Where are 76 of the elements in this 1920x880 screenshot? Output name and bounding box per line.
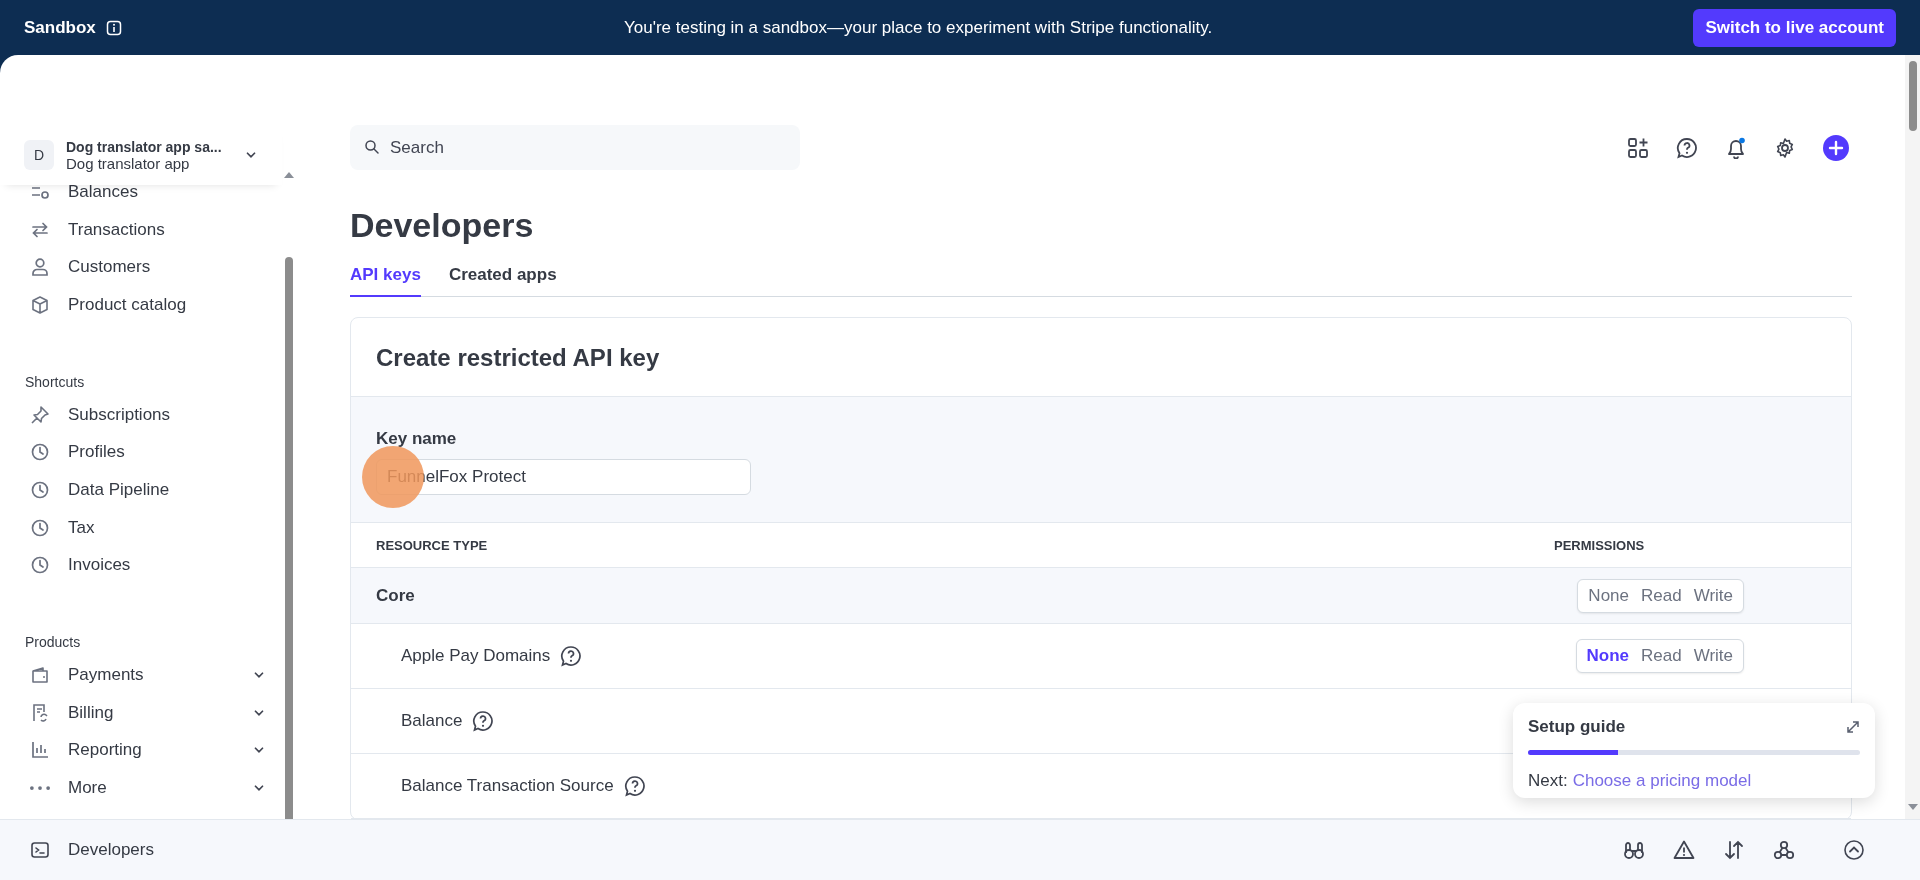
- group-label: Core: [376, 585, 415, 606]
- help-icon[interactable]: [560, 645, 583, 667]
- permission-option[interactable]: Write: [1688, 644, 1738, 668]
- nav-item[interactable]: Customers: [0, 248, 282, 287]
- create-icon[interactable]: [1823, 134, 1849, 161]
- help-icon[interactable]: [623, 775, 646, 797]
- section-heading: Products: [24, 633, 82, 653]
- resource-label: Apple Pay Domains: [401, 646, 551, 666]
- pricing-model-link[interactable]: Choose a pricing model: [1572, 771, 1752, 791]
- expand-icon[interactable]: [1846, 720, 1860, 734]
- more-icon: [30, 786, 50, 791]
- account-avatar: D: [24, 140, 54, 170]
- bar-chart-icon: [30, 740, 50, 761]
- box-icon: [30, 294, 50, 315]
- wallet-icon: [30, 665, 50, 686]
- clock-icon: [30, 479, 50, 500]
- help-icon[interactable]: [472, 710, 495, 732]
- balances-icon: [30, 185, 50, 202]
- warning-icon[interactable]: [1673, 839, 1695, 861]
- search-field[interactable]: Search: [350, 125, 800, 170]
- account-name: Dog translator app sa...: [66, 138, 223, 155]
- permission-option[interactable]: Read: [1636, 583, 1687, 608]
- nav-item[interactable]: Billing: [0, 693, 282, 732]
- nav-item[interactable]: More: [0, 769, 282, 807]
- nav-item[interactable]: Data Pipeline: [0, 471, 282, 509]
- settings-icon[interactable]: [1774, 136, 1796, 159]
- setup-guide-title: Setup guide: [1528, 717, 1626, 737]
- apps-icon[interactable]: [1627, 136, 1649, 159]
- permission-option[interactable]: None: [1583, 583, 1634, 608]
- pin-icon: [30, 404, 50, 425]
- clock-icon: [30, 555, 50, 576]
- account-subtitle: Dog translator app: [66, 154, 191, 172]
- clock-icon: [30, 442, 50, 463]
- account-switcher[interactable]: D Dog translator app sa... Dog translator app: [0, 125, 282, 185]
- next-label: Next:: [1528, 771, 1568, 791]
- person-icon: [30, 257, 50, 278]
- help-icon[interactable]: [1676, 136, 1698, 159]
- banner-message: You're testing in a sandbox—your place to experiment with Stripe functionality.: [624, 17, 1214, 38]
- resource-label: Balance Transaction Source: [401, 776, 614, 796]
- binoculars-icon[interactable]: [1623, 839, 1645, 861]
- permission-option[interactable]: None: [1581, 644, 1634, 668]
- nav-item[interactable]: Balances: [0, 185, 282, 211]
- developers-toggle[interactable]: Developers: [30, 840, 154, 860]
- section-heading: Shortcuts: [24, 372, 86, 392]
- info-icon[interactable]: [105, 19, 122, 36]
- column-header: RESOURCE TYPE: [376, 537, 489, 553]
- scrollbar-thumb[interactable]: [1908, 61, 1917, 131]
- invoice-icon: [30, 702, 50, 723]
- terminal-icon: [30, 840, 50, 860]
- field-label: Key name: [376, 429, 458, 449]
- notifications-icon[interactable]: [1725, 136, 1747, 159]
- scrollbar-thumb[interactable]: [285, 257, 293, 819]
- sort-arrows-icon[interactable]: [1723, 839, 1745, 861]
- permission-option[interactable]: Write: [1688, 583, 1738, 608]
- webhook-icon[interactable]: [1773, 839, 1795, 861]
- nav-item[interactable]: Subscriptions: [0, 395, 282, 434]
- nav-item[interactable]: Profiles: [0, 433, 282, 472]
- permission-option[interactable]: Read: [1636, 644, 1687, 668]
- switch-account-button[interactable]: Switch to live account: [1693, 8, 1896, 47]
- nav-item[interactable]: Transactions: [0, 210, 282, 249]
- resource-label: Balance: [401, 711, 463, 731]
- collapse-up-icon[interactable]: [1843, 839, 1865, 861]
- sandbox-label: Sandbox: [24, 17, 96, 38]
- scroll-up-icon[interactable]: [283, 171, 295, 179]
- nav-item[interactable]: Payments: [0, 656, 282, 694]
- clock-icon: [30, 517, 50, 538]
- page-title: Developers: [350, 206, 535, 245]
- tab[interactable]: Created apps: [448, 265, 557, 297]
- nav-item[interactable]: Reporting: [0, 731, 282, 770]
- scroll-down-icon[interactable]: [1906, 803, 1919, 811]
- nav-item[interactable]: Tax: [0, 508, 282, 547]
- tab[interactable]: API keys: [350, 265, 421, 297]
- nav-item[interactable]: Invoices: [0, 546, 282, 585]
- column-header: PERMISSIONS: [1554, 537, 1646, 553]
- search-icon: [364, 139, 380, 155]
- nav-item[interactable]: Product catalog: [0, 286, 282, 324]
